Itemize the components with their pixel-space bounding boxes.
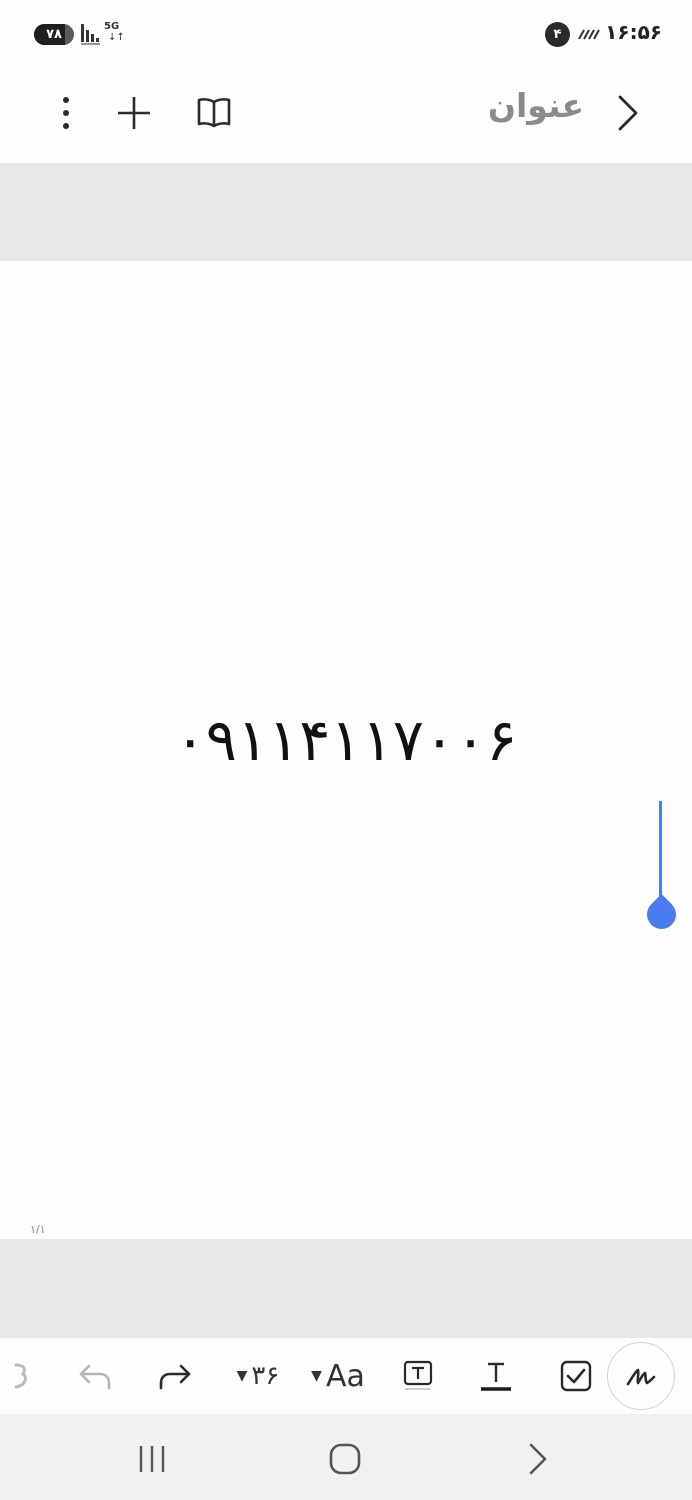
reading-mode-button[interactable] bbox=[190, 88, 238, 138]
scroll-track[interactable] bbox=[659, 801, 662, 897]
back-button[interactable] bbox=[608, 88, 648, 138]
page-text-content[interactable]: ۰۹۱۱۴۱۱۷۰۰۶ bbox=[0, 706, 692, 774]
notification-count-badge: ۴ bbox=[545, 22, 570, 47]
font-size-value: ۳۶ bbox=[251, 1361, 280, 1391]
canvas-background-bottom bbox=[0, 1239, 692, 1338]
home-icon bbox=[329, 1443, 361, 1475]
top-toolbar: عنوان bbox=[0, 66, 692, 163]
text-box-icon bbox=[403, 1360, 433, 1390]
recent-apps-button[interactable] bbox=[122, 1434, 182, 1484]
nav-back-button[interactable] bbox=[508, 1434, 568, 1484]
book-open-icon bbox=[197, 98, 231, 128]
chevron-right-icon bbox=[529, 1443, 547, 1475]
dropdown-caret-icon: ▼ bbox=[311, 1368, 322, 1384]
undo-icon bbox=[79, 1364, 111, 1390]
pen-icon bbox=[626, 1368, 656, 1386]
system-navigation-bar bbox=[0, 1414, 692, 1500]
battery-percentage: ۷۸ bbox=[46, 27, 62, 42]
status-clock: ۱۶:۵۶ bbox=[605, 20, 662, 44]
text-color-icon bbox=[481, 1362, 511, 1391]
checkbox-icon bbox=[560, 1360, 592, 1392]
signal-strength-icon bbox=[81, 24, 100, 45]
text-box-button[interactable] bbox=[396, 1348, 440, 1404]
note-title[interactable]: عنوان bbox=[488, 86, 584, 125]
undo-button[interactable] bbox=[70, 1348, 120, 1404]
page-indicator: ۱/۱ bbox=[30, 1223, 46, 1236]
more-options-button[interactable] bbox=[46, 88, 86, 138]
recent-apps-icon bbox=[139, 1446, 165, 1472]
note-page[interactable]: ۰۹۱۱۴۱۱۷۰۰۶ ۱/۱ bbox=[0, 261, 692, 1239]
redo-icon bbox=[159, 1364, 191, 1390]
add-page-button[interactable] bbox=[110, 88, 158, 138]
chevron-right-icon bbox=[618, 95, 638, 131]
canvas-background-top bbox=[0, 163, 692, 261]
partial-tool-icon bbox=[14, 1363, 27, 1389]
font-style-label: Aa bbox=[325, 1358, 365, 1394]
scroll-handle[interactable] bbox=[640, 893, 683, 936]
font-style-dropdown[interactable]: ▼ Aa bbox=[302, 1348, 374, 1404]
more-vertical-icon bbox=[63, 97, 69, 129]
formatting-toolbar: ▼ ۳۶ ▼ Aa bbox=[0, 1338, 692, 1414]
network-type-label: 5G bbox=[104, 21, 120, 32]
dropdown-caret-icon: ▼ bbox=[236, 1368, 248, 1384]
redo-button[interactable] bbox=[150, 1348, 200, 1404]
partial-tool-button[interactable] bbox=[6, 1348, 36, 1404]
status-bar: ۷۸ 5G ↓↑ ۴ ۱۶:۵۶ bbox=[0, 0, 692, 66]
data-activity-icon: ↓↑ bbox=[108, 32, 125, 43]
battery-indicator: ۷۸ bbox=[34, 24, 74, 45]
plus-icon bbox=[118, 97, 150, 129]
wifi-calling-icon bbox=[578, 29, 600, 40]
home-button[interactable] bbox=[315, 1434, 375, 1484]
font-size-dropdown[interactable]: ▼ ۳۶ bbox=[226, 1348, 290, 1404]
pen-mode-button[interactable] bbox=[607, 1342, 675, 1410]
checkbox-button[interactable] bbox=[554, 1348, 598, 1404]
text-color-button[interactable] bbox=[474, 1348, 518, 1404]
